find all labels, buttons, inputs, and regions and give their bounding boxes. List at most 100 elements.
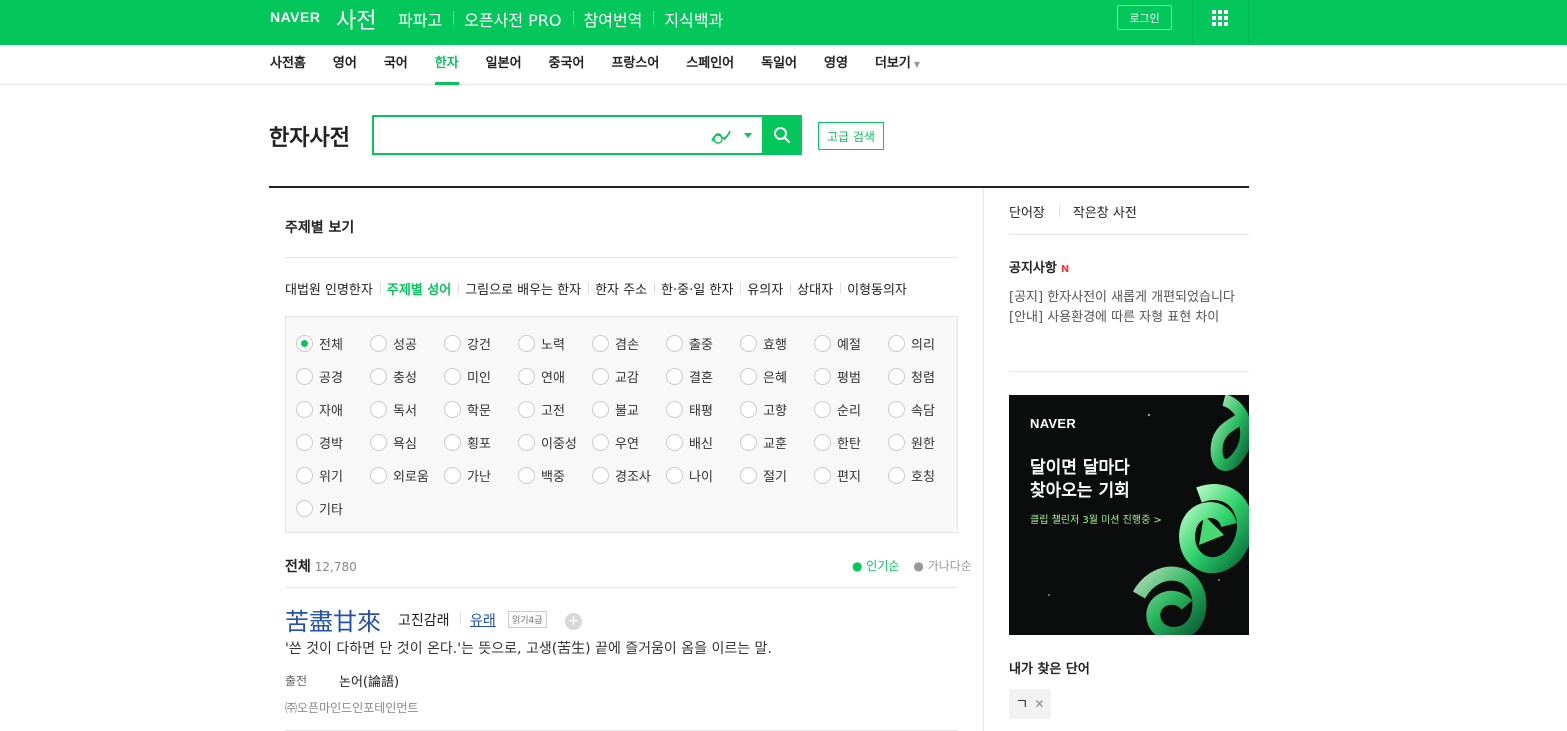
radio-button[interactable] [666, 401, 683, 418]
dictionary-logo[interactable]: 사전 [336, 3, 376, 35]
topic-option[interactable]: 이중성 [518, 426, 592, 459]
tab-german[interactable]: 독일어 [761, 45, 797, 85]
tab-french[interactable]: 프랑스어 [611, 45, 659, 85]
radio-button[interactable] [518, 401, 535, 418]
radio-button[interactable] [592, 335, 609, 352]
nav-translation[interactable]: 참여번역 [572, 7, 654, 31]
topic-option[interactable]: 횡포 [444, 426, 518, 459]
topic-option[interactable]: 기타 [296, 492, 370, 525]
topic-option[interactable]: 의리 [888, 327, 962, 360]
search-button[interactable] [762, 115, 802, 155]
topic-option[interactable]: 교감 [592, 360, 666, 393]
topic-option[interactable]: 경조사 [592, 459, 666, 492]
radio-button[interactable] [518, 368, 535, 385]
topic-option[interactable]: 욕심 [370, 426, 444, 459]
radio-button[interactable] [740, 401, 757, 418]
radio-button[interactable] [888, 434, 905, 451]
radio-button[interactable] [296, 434, 313, 451]
tab-japanese[interactable]: 일본어 [486, 45, 522, 85]
topic-option[interactable]: 청렴 [888, 360, 962, 393]
topic-option[interactable]: 연애 [518, 360, 592, 393]
nav-knowledge[interactable]: 지식백과 [653, 7, 734, 31]
radio-button[interactable] [296, 401, 313, 418]
radio-button[interactable] [296, 500, 313, 517]
ad-banner[interactable]: NAVER 달이면 달마다 찾아오는 기회 클립 챌린저 3월 미션 진행중 > [1009, 395, 1249, 635]
topic-option[interactable]: 경박 [296, 426, 370, 459]
radio-button[interactable] [666, 467, 683, 484]
radio-button[interactable] [370, 368, 387, 385]
radio-button[interactable] [666, 368, 683, 385]
topic-option[interactable]: 나이 [666, 459, 740, 492]
radio-button[interactable] [296, 467, 313, 484]
tab-english[interactable]: 영어 [333, 45, 357, 85]
radio-button[interactable] [888, 368, 905, 385]
mini-dictionary-link[interactable]: 작은창 사전 [1058, 202, 1151, 221]
wordbook-link[interactable]: 단어장 [1009, 202, 1059, 221]
radio-button[interactable] [814, 467, 831, 484]
radio-button[interactable] [592, 434, 609, 451]
sort-popular[interactable]: ● 인기순 [852, 557, 899, 574]
radio-button[interactable] [370, 467, 387, 484]
topic-option[interactable]: 속담 [888, 393, 962, 426]
radio-button[interactable] [444, 434, 461, 451]
nav-open-dict-pro[interactable]: 오픈사전 PRO [453, 7, 572, 31]
radio-button[interactable] [592, 467, 609, 484]
found-word-chip[interactable]: ㄱ ✕ [1009, 689, 1051, 719]
category-tab[interactable]: 한·중·일 한자 [654, 279, 740, 298]
input-tool-dropdown-icon[interactable] [744, 133, 752, 138]
advanced-search-button[interactable]: 고급 검색 [818, 122, 884, 150]
topic-option[interactable]: 태평 [666, 393, 740, 426]
radio-button[interactable] [740, 335, 757, 352]
topic-option[interactable]: 호칭 [888, 459, 962, 492]
radio-button[interactable] [740, 368, 757, 385]
topic-option[interactable]: 한탄 [814, 426, 888, 459]
category-tab[interactable]: 그림으로 배우는 한자 [458, 279, 588, 298]
radio-button[interactable] [888, 335, 905, 352]
entry-origin-link[interactable]: 유래 [470, 610, 496, 630]
tab-spanish[interactable]: 스페인어 [686, 45, 734, 85]
tab-korean[interactable]: 국어 [384, 45, 408, 85]
radio-button[interactable] [444, 368, 461, 385]
entry-hanja[interactable]: 苦盡甘來 [285, 602, 381, 637]
tab-more[interactable]: 더보기 ▼ [875, 45, 920, 85]
radio-button[interactable] [740, 467, 757, 484]
radio-button[interactable] [814, 434, 831, 451]
radio-button[interactable] [296, 368, 313, 385]
category-tab[interactable]: 상대자 [790, 279, 840, 298]
radio-button[interactable] [518, 335, 535, 352]
radio-button[interactable] [666, 335, 683, 352]
radio-button[interactable] [814, 401, 831, 418]
naver-logo[interactable]: NAVER [270, 9, 320, 25]
category-tab-active[interactable]: 주제별 성어 [379, 279, 458, 298]
topic-option[interactable]: 강건 [444, 327, 518, 360]
topic-option[interactable]: 백중 [518, 459, 592, 492]
radio-button[interactable] [888, 467, 905, 484]
topic-option[interactable]: 독서 [370, 393, 444, 426]
radio-button[interactable] [444, 335, 461, 352]
topic-option[interactable]: 절기 [740, 459, 814, 492]
category-tab[interactable]: 이형동의자 [840, 279, 914, 298]
topic-option[interactable]: 편지 [814, 459, 888, 492]
tab-english-english[interactable]: 영영 [824, 45, 848, 85]
radio-button[interactable] [370, 401, 387, 418]
radio-button[interactable] [296, 335, 313, 352]
topic-option[interactable]: 가난 [444, 459, 518, 492]
tab-home[interactable]: 사전홈 [270, 45, 306, 85]
notice-item[interactable]: [안내] 사용환경에 따른 자형 표현 차이 [1009, 306, 1249, 325]
radio-button[interactable] [444, 467, 461, 484]
radio-button[interactable] [370, 335, 387, 352]
topic-option[interactable]: 공경 [296, 360, 370, 393]
topic-option[interactable]: 고향 [740, 393, 814, 426]
topic-option[interactable]: 평범 [814, 360, 888, 393]
tab-chinese[interactable]: 중국어 [549, 45, 585, 85]
topic-option[interactable]: 배신 [666, 426, 740, 459]
topic-option[interactable]: 전체 [296, 327, 370, 360]
login-button[interactable]: 로그인 [1117, 5, 1172, 30]
radio-button[interactable] [518, 434, 535, 451]
topic-option[interactable]: 교훈 [740, 426, 814, 459]
topic-option[interactable]: 위기 [296, 459, 370, 492]
topic-option[interactable]: 순리 [814, 393, 888, 426]
found-word[interactable]: ㄱ [1016, 694, 1029, 714]
search-input[interactable] [382, 123, 702, 147]
add-to-wordbook-icon[interactable]: + [565, 613, 582, 630]
